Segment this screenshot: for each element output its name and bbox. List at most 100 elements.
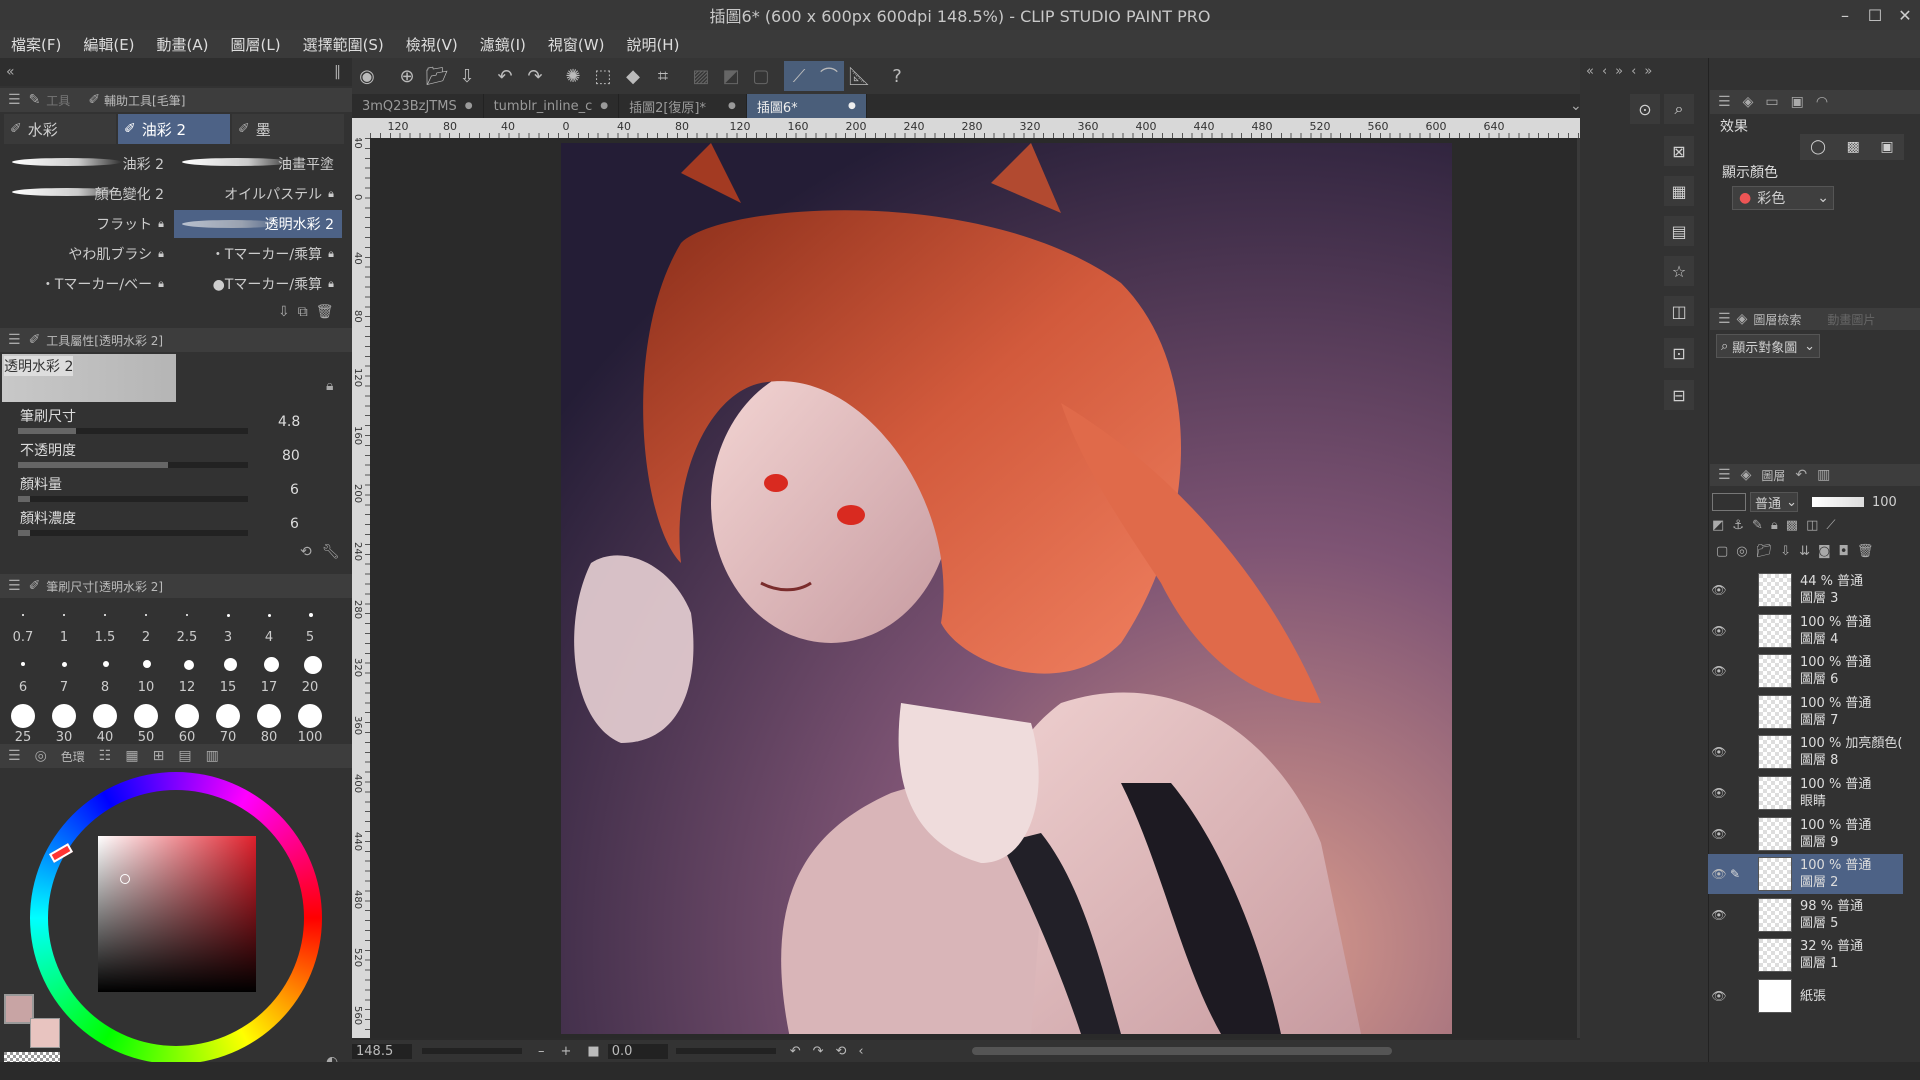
close-icon[interactable]: ● <box>848 101 856 111</box>
size-option[interactable]: 2.5 <box>167 630 207 645</box>
subtool-sub-label[interactable]: 輔助工具[毛筆] <box>104 92 185 109</box>
tab-canvas-active[interactable]: 插圖6* ● <box>746 94 867 118</box>
size-option[interactable]: 8 <box>85 680 125 695</box>
info-icon[interactable]: ⊟ <box>1664 380 1694 410</box>
size-option[interactable]: 40 <box>85 730 125 745</box>
tab-canvas-2[interactable]: tumblr_inline_c ● <box>484 94 620 118</box>
item-bank-icon[interactable]: ▤ <box>1664 216 1694 246</box>
rotation-slider[interactable] <box>675 1048 776 1054</box>
size-option[interactable]: 5 <box>290 630 330 645</box>
saturation-value-square[interactable] <box>98 836 256 992</box>
prop-paint-density[interactable]: 顏料濃度 6 <box>8 506 338 540</box>
size-option[interactable]: 50 <box>126 730 166 745</box>
menu-icon[interactable]: ☰ <box>8 92 21 108</box>
prop-opacity[interactable]: 不透明度 80 <box>8 438 338 472</box>
size-option[interactable]: 20 <box>290 680 330 695</box>
color-slider-tab-icon[interactable]: ☷ <box>99 748 112 764</box>
brush-item[interactable]: 油畫平塗 <box>174 150 342 178</box>
auto-action-tab-icon[interactable]: ▥ <box>1817 467 1830 483</box>
menu-selection[interactable]: 選擇範圍(S) <box>292 34 395 55</box>
clip-icon[interactable]: ◩ <box>716 61 746 91</box>
border-icon[interactable]: ▢ <box>746 61 776 91</box>
snap-icon[interactable]: ⟋ <box>784 61 814 91</box>
transform-icon[interactable]: ⬚ <box>588 61 618 91</box>
reset-icon[interactable]: ⟲ <box>300 544 312 560</box>
brush-item[interactable]: 顏色變化 2 <box>4 180 172 208</box>
material-icon[interactable]: ⊠ <box>1664 136 1694 166</box>
size-option[interactable]: 4 <box>249 630 289 645</box>
size-option[interactable]: 30 <box>44 730 84 745</box>
close-icon[interactable]: ● <box>600 101 608 111</box>
zoom-in-button[interactable]: + <box>561 1044 572 1059</box>
size-option[interactable]: 3 <box>208 630 248 645</box>
size-option[interactable]: 6 <box>3 680 43 695</box>
hide-selection-icon[interactable]: ▨ <box>686 61 716 91</box>
size-option[interactable]: 1 <box>44 630 84 645</box>
artwork-canvas[interactable] <box>561 143 1452 1034</box>
layer-row[interactable]: 👁︎ 100 % 普通 圖層 6 <box>1708 651 1903 691</box>
history-icon[interactable]: ◫ <box>1664 296 1694 326</box>
size-option[interactable]: 2 <box>126 630 166 645</box>
eye-icon[interactable]: 👁︎ <box>1708 664 1730 678</box>
menu-icon[interactable]: ☰ <box>1718 467 1731 483</box>
brush-item[interactable]: フラット 🔒︎ <box>4 210 172 238</box>
color-effect-icon[interactable]: ▣ <box>1880 139 1893 155</box>
history-tab-icon[interactable]: ↶ <box>1795 467 1807 483</box>
delete-icon[interactable]: 🗑︎ <box>1857 544 1874 566</box>
menu-edit[interactable]: 編輯(E) <box>72 34 145 55</box>
open-icon[interactable]: 📂︎ <box>422 61 452 91</box>
display-color-select[interactable]: ● 彩色 ⌄ <box>1732 186 1834 210</box>
menu-icon[interactable]: ☰ <box>1718 94 1731 110</box>
opacity-slider[interactable] <box>1812 497 1864 507</box>
group-tab-watercolor[interactable]: ✐ 水彩 <box>4 114 116 144</box>
import-icon[interactable]: ⇩ <box>278 302 290 322</box>
menu-help[interactable]: 說明(H) <box>615 34 690 55</box>
favorite-icon[interactable]: ☆ <box>1664 256 1694 286</box>
tab-icon[interactable]: ▭ <box>1765 94 1778 110</box>
size-option[interactable]: 0.7 <box>3 630 43 645</box>
color-wheel-tab[interactable]: 色環 <box>61 748 85 765</box>
fill-icon[interactable]: ◆ <box>618 61 648 91</box>
maximize-button[interactable]: ☐ <box>1860 0 1890 30</box>
eye-icon[interactable]: 👁︎ <box>1708 908 1730 922</box>
animation-cels-tab[interactable]: 動畫圖片 <box>1827 311 1875 328</box>
ruler-icon[interactable]: ⟋ <box>1826 518 1835 540</box>
layer-property-tab-icon[interactable]: ◈ <box>1743 94 1754 110</box>
prop-paint-amount[interactable]: 顏料量 6 <box>8 472 338 506</box>
tone-effect-icon[interactable]: ▩ <box>1847 139 1860 155</box>
duplicate-icon[interactable]: ⧉ <box>298 302 308 322</box>
sub-view-icon[interactable]: ▦ <box>1664 176 1694 206</box>
layer-search-tab[interactable]: 圖層檢索 <box>1753 311 1801 328</box>
eye-icon[interactable]: 👁︎ <box>1708 827 1730 841</box>
search-icon[interactable]: ⌕ <box>1664 94 1694 124</box>
size-option[interactable]: 12 <box>167 680 207 695</box>
layer-tab[interactable]: 圖層 <box>1761 467 1785 484</box>
menu-icon[interactable]: ☰ <box>8 578 21 594</box>
group-tab-ink[interactable]: ✐ 墨 <box>232 114 344 144</box>
tab-icon[interactable]: ▣ <box>1791 94 1804 110</box>
layer-row[interactable]: 👁︎ ✎ 100 % 普通 圖層 2 <box>1708 854 1903 895</box>
layer-row[interactable]: 👁︎ 100 % 加亮顏色(圖層 8 <box>1708 732 1903 772</box>
size-option[interactable]: 25 <box>3 730 43 745</box>
layer-row[interactable]: 👁︎ 44 % 普通 圖層 3 <box>1708 570 1903 610</box>
clip-icon[interactable]: ◩ <box>1712 518 1724 540</box>
mask-apply-icon[interactable]: ◘ <box>1839 544 1849 566</box>
lock-transparent-icon[interactable]: ▩ <box>1786 518 1798 540</box>
scroll-left-icon[interactable]: ‹ <box>858 1044 863 1059</box>
expand-icon[interactable]: » <box>1615 64 1623 79</box>
menu-layer[interactable]: 圖層(L) <box>220 34 292 55</box>
draft-icon[interactable]: ✎ <box>1752 518 1763 540</box>
wrench-icon[interactable]: 🔧︎ <box>322 544 340 560</box>
eye-icon[interactable]: 👁︎ <box>1708 583 1730 597</box>
rotation-value[interactable]: 0.0 <box>607 1043 668 1059</box>
zoom-slider[interactable] <box>422 1048 522 1054</box>
menu-filter[interactable]: 濾鏡(I) <box>469 34 537 55</box>
close-button[interactable]: ✕ <box>1890 0 1920 30</box>
undo-icon[interactable]: ↶ <box>490 61 520 91</box>
size-option[interactable]: 80 <box>249 730 289 745</box>
new-icon[interactable]: ⊕ <box>392 61 422 91</box>
intermediate-color-tab-icon[interactable]: ⊞ <box>153 748 165 764</box>
zoom-out-button[interactable]: – <box>538 1044 545 1059</box>
save-icon[interactable]: ⇩ <box>452 61 482 91</box>
eye-icon[interactable]: 👁︎ <box>1708 624 1730 638</box>
